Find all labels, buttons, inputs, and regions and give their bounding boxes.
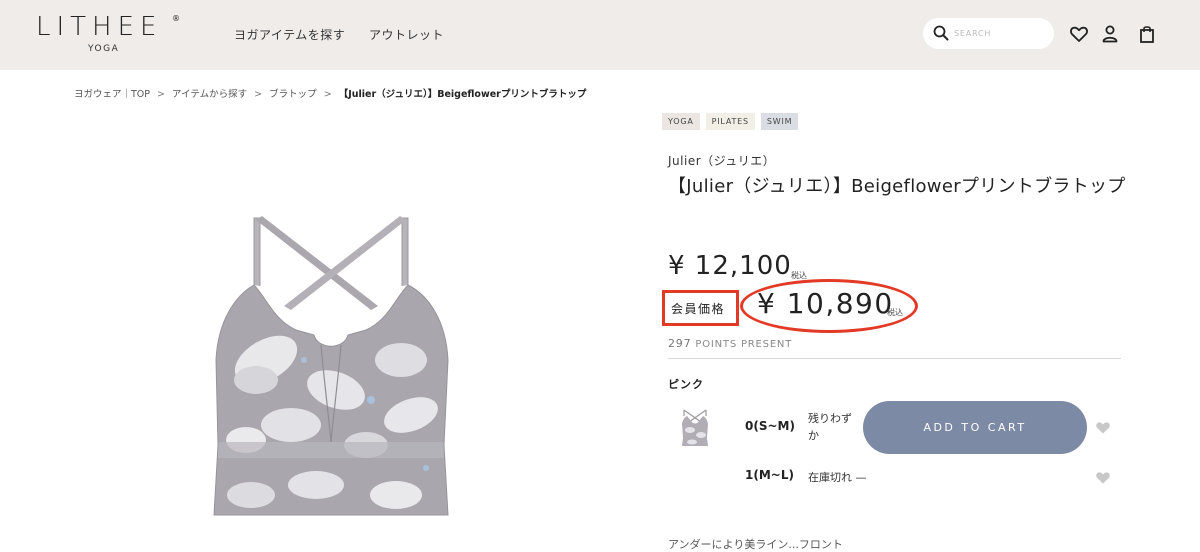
logo[interactable]: LITHEE ® YOGA (36, 12, 186, 58)
nav-outlet[interactable]: アウトレット (369, 26, 444, 43)
logo-registered-mark: ® (172, 14, 180, 23)
variant-stock-status: 残りわずか (808, 412, 852, 442)
search-box[interactable] (923, 18, 1054, 49)
heart-icon[interactable] (1069, 24, 1089, 44)
member-price-label: 会員価格 (671, 302, 726, 316)
brand-name[interactable]: Julier（ジュリエ） (668, 152, 775, 169)
tag-swim[interactable]: SWIM (760, 113, 799, 130)
breadcrumb-separator: > (254, 89, 263, 100)
divider (668, 358, 1121, 359)
breadcrumb-top[interactable]: ヨガウェア｜TOP (74, 89, 150, 100)
nav-yoga-items[interactable]: ヨガアイテムを探す (234, 26, 345, 43)
tag-yoga[interactable]: YOGA (662, 113, 700, 130)
breadcrumb-current: 【Julier（ジュリエ）】Beigeflowerプリントブラトップ (338, 89, 587, 100)
variant-stock-status: 在庫切れ — (808, 471, 867, 484)
favorite-heart-icon[interactable] (1095, 419, 1111, 435)
variant-size: 0(S~M) (745, 419, 795, 433)
favorite-heart-icon[interactable] (1095, 469, 1111, 485)
search-input[interactable] (954, 24, 1046, 43)
user-icon[interactable] (1100, 24, 1120, 44)
product-image[interactable] (196, 210, 466, 530)
site-header: LITHEE ® YOGA ヨガアイテムを探す アウトレット (0, 0, 1200, 70)
category-tags: YOGA PILATES SWIM (662, 113, 799, 130)
add-to-cart-button[interactable]: ADD TO CART (863, 401, 1087, 454)
points-value: 297 (668, 337, 692, 350)
search-icon[interactable] (933, 25, 949, 41)
product-description: アンダーにより美ライン...フロント (668, 538, 843, 551)
points-label: POINTS PRESENT (695, 339, 793, 350)
breadcrumb-separator: > (157, 89, 166, 100)
logo-subtitle: YOGA (88, 44, 120, 54)
regular-price: ¥ 12,100 (668, 251, 792, 281)
variant-size: 1(M~L) (745, 468, 794, 482)
breadcrumb-find-items[interactable]: アイテムから探す (172, 89, 247, 100)
breadcrumb-separator: > (323, 89, 332, 100)
points-info: 297 POINTS PRESENT (668, 337, 792, 350)
logo-text: LITHEE (36, 12, 163, 42)
member-price: ¥ 10,890 (757, 287, 894, 320)
tag-pilates[interactable]: PILATES (705, 113, 755, 130)
color-name: ピンク (668, 378, 704, 391)
member-price-tax-label: 税込 (887, 308, 903, 317)
bag-icon[interactable] (1137, 24, 1157, 44)
variant-thumbnail[interactable] (679, 408, 711, 448)
breadcrumb-bratop[interactable]: ブラトップ (269, 89, 317, 100)
breadcrumb: ヨガウェア｜TOP > アイテムから探す > ブラトップ > 【Julier（ジ… (74, 86, 586, 100)
product-title: 【Julier（ジュリエ）】Beigeflowerプリントブラトップ (668, 176, 1126, 197)
